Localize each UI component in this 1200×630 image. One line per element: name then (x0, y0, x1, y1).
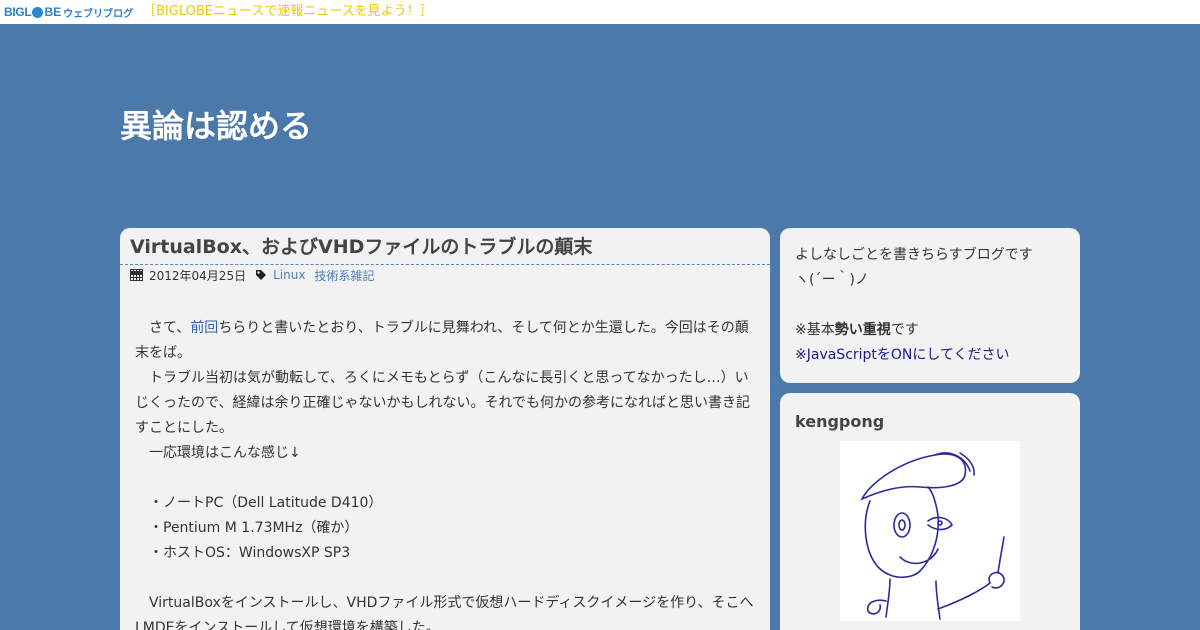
profile-name: kengpong (795, 412, 885, 431)
about-panel: よしなしごとを書きちらすブログです ヽ(´ー｀)ノ ※基本勢い重視です ※Jav… (780, 228, 1080, 383)
javascript-notice: ※JavaScriptをONにしてください (795, 347, 1010, 363)
blog-title[interactable]: 異論は認める (120, 106, 312, 146)
intro-text: さて、 (135, 320, 191, 336)
about-line-2: ヽ(´ー｀)ノ (795, 272, 869, 288)
post-body: さて、前回ちらりと書いたとおり、トラブルに見舞われ、そして何とか生還した。今回は… (135, 316, 757, 630)
paragraph-env: 一応環境はこんな感じ↓ (135, 445, 301, 461)
avatar[interactable] (840, 441, 1020, 621)
category-link-tech[interactable]: 技術系雑記 (314, 267, 374, 284)
spec-item: ・ホストOS：WindowsXP SP3 (135, 545, 351, 561)
biglobe-logo[interactable]: BIGL BE ウェブリブログ (4, 4, 133, 20)
spec-item: ・ノートPC（Dell Latitude D410） (135, 495, 383, 511)
category-link-linux[interactable]: Linux (273, 268, 305, 282)
top-bar: BIGL BE ウェブリブログ ［BIGLOBEニュースで速報ニュースを見よう！］ (0, 0, 1200, 24)
biglobe-news-link[interactable]: ［BIGLOBEニュースで速報ニュースを見よう！］ (143, 3, 433, 21)
intro-text-rest: ちらりと書いたとおり、トラブルに見舞われ、そして何とか生還した。今回はその顛末を… (135, 320, 749, 361)
note-bold: 勢い重視 (834, 322, 891, 338)
logo-text-be: BE (44, 5, 62, 19)
tag-icon (256, 270, 267, 280)
avatar-drawing (860, 452, 1005, 620)
calendar-icon (130, 269, 143, 281)
spec-item: ・Pentium M 1.73MHz（確か） (135, 520, 359, 536)
post-date: 2012年04月25日 (149, 268, 247, 283)
previous-post-link[interactable]: 前回 (190, 320, 218, 336)
title-divider (120, 264, 770, 265)
paragraph-intro: さて、前回ちらりと書いたとおり、トラブルに見舞われ、そして何とか生還した。今回は… (135, 316, 757, 366)
profile-panel: kengpong (780, 393, 1080, 630)
paragraph-virtualbox: VirtualBoxをインストールし、VHDファイル形式で仮想ハードディスクイメ… (135, 595, 754, 630)
about-line-1: よしなしごとを書きちらすブログです (795, 247, 1033, 263)
logo-text-webriblog: ウェブリブログ (63, 8, 134, 20)
globe-icon (32, 6, 44, 18)
about-note: ※基本勢い重視です (795, 318, 1070, 343)
paragraph-trouble: トラブル当初は気が動転して、ろくにメモもとらず（こんなに長引くと思ってなかったし… (135, 370, 751, 436)
note-prefix: ※基本 (795, 322, 835, 338)
post-panel: VirtualBox、およびVHDファイルのトラブルの顛末 2012年04月25… (120, 228, 770, 630)
post-title[interactable]: VirtualBox、およびVHDファイルのトラブルの顛末 (130, 234, 592, 260)
post-meta: 2012年04月25日 Linux 技術系雑記 (130, 267, 383, 284)
note-suffix: です (890, 322, 919, 338)
logo-text-bigl: BIGL (4, 5, 32, 19)
